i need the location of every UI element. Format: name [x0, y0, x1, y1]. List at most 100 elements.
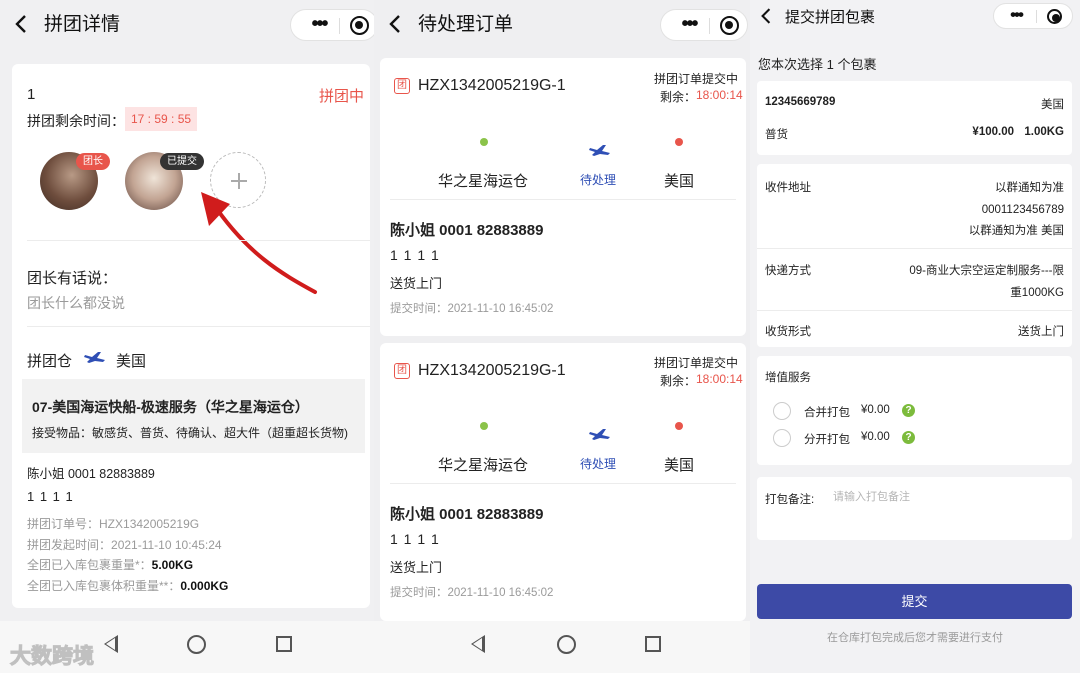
- detail-row: 拼团订单号：HZX1342005219G: [27, 517, 200, 531]
- leader-words-title: 团长有话说：: [27, 270, 118, 287]
- nav-back-icon[interactable]: [471, 635, 485, 653]
- mini-program-capsule: •••: [660, 9, 748, 41]
- value-added-title: 增值服务: [765, 372, 811, 384]
- detail-row: 全团已入库包裹重量*：5.00KG: [27, 558, 194, 572]
- address: 1 1 1 1: [27, 489, 74, 504]
- group-status: 拼团中: [318, 88, 364, 105]
- group-order-icon: 团: [394, 78, 410, 94]
- order-status: 拼团订单提交中: [653, 356, 738, 370]
- option-label: 合并打包: [804, 407, 850, 419]
- route-to: 美国: [116, 353, 147, 370]
- selection-summary: 您本次选择 1 个包裹: [758, 57, 877, 72]
- back-button[interactable]: [760, 7, 772, 29]
- payment-hint: 在仓库打包完成后您才需要进行支付: [827, 632, 1003, 644]
- origin-dot: [480, 422, 488, 430]
- header: 拼团详情 •••: [0, 0, 374, 50]
- delivery-method: 送货上门: [390, 560, 443, 575]
- package-weight: 1.00KG: [1024, 126, 1064, 138]
- divider: [1036, 10, 1037, 23]
- divider: [339, 18, 340, 34]
- plane-icon: [589, 429, 610, 440]
- remaining-time: 18:00:14: [696, 372, 743, 386]
- nav-recents-icon[interactable]: [276, 636, 292, 652]
- service-name: 07-美国海运快船-极速服务（华之星海运仓）: [32, 399, 309, 415]
- annotation-arrow: [201, 192, 317, 294]
- origin-warehouse: 华之星海运仓: [438, 173, 529, 190]
- countdown-timer: 17 : 59 : 55: [125, 107, 198, 131]
- remaining-label: 剩余：: [660, 374, 697, 388]
- order-card[interactable]: 团 HZX1342005219G-1 拼团订单提交中 剩余： 18:00:14 …: [380, 343, 746, 621]
- split-pack-radio[interactable]: [773, 429, 791, 447]
- pending-orders-screen: 待处理订单 ••• 团 HZX1342005219G-1 拼团订单提交中 剩余：…: [374, 0, 750, 673]
- group-details: 拼团订单号：HZX1342005219G 拼团发起时间：2021-11-10 1…: [27, 514, 228, 596]
- note-input[interactable]: 请输入打包备注: [833, 488, 910, 504]
- nav-recents-icon[interactable]: [645, 636, 661, 652]
- chevron-left-icon: [389, 15, 400, 33]
- leader-badge: 团长: [76, 153, 110, 170]
- group-detail-screen: 拼团详情 ••• 1 拼团中 拼团剩余时间： 17 : 59 : 55 团长 已…: [0, 0, 374, 673]
- divider: [390, 483, 736, 484]
- submitted-badge: 已提交: [160, 153, 204, 170]
- remaining-label: 拼团剩余时间：: [27, 113, 125, 129]
- close-mini-program-button[interactable]: [350, 16, 369, 35]
- service-accepted: 接受物品：敏感货、普货、待确认、超大件（超重超长货物): [32, 426, 348, 440]
- recipient: 陈小姐 0001 82883889: [390, 222, 544, 239]
- nav-back-icon[interactable]: [104, 635, 118, 653]
- shipping-value: 09-商业大宗空运定制服务---限 重1000KG: [909, 265, 1064, 299]
- header: 待处理订单 •••: [374, 0, 750, 50]
- help-icon[interactable]: ?: [902, 404, 915, 417]
- page-title: 待处理订单: [418, 14, 514, 35]
- more-button[interactable]: •••: [1000, 6, 1032, 24]
- order-state: 待处理: [580, 173, 617, 187]
- order-card[interactable]: 团 HZX1342005219G-1 拼团订单提交中 剩余： 18:00:14 …: [380, 58, 746, 336]
- mini-program-capsule: •••: [290, 9, 374, 41]
- back-button[interactable]: [14, 14, 28, 38]
- destination-dot: [675, 422, 683, 430]
- submit-package-screen: 提交拼团包裹 ••• 您本次选择 1 个包裹 12345669789 美国 普货…: [750, 0, 1080, 673]
- option-price: ¥0.00: [861, 431, 890, 443]
- group-card: 1 拼团中 拼团剩余时间： 17 : 59 : 55 团长 已提交 团长有话说：…: [12, 64, 370, 608]
- remaining-time: 18:00:14: [696, 88, 743, 102]
- more-button[interactable]: •••: [301, 14, 337, 34]
- back-button[interactable]: [388, 14, 402, 38]
- page-title: 提交拼团包裹: [785, 9, 876, 26]
- help-icon[interactable]: ?: [902, 431, 915, 444]
- recipient: 陈小姐 0001 82883889: [390, 506, 544, 523]
- remaining-label: 剩余：: [660, 90, 697, 104]
- nav-home-icon[interactable]: [187, 635, 206, 654]
- package-country: 美国: [1041, 99, 1064, 111]
- merge-pack-radio[interactable]: [773, 402, 791, 420]
- tracking-number: 12345669789: [765, 96, 836, 108]
- close-mini-program-button[interactable]: [720, 16, 739, 35]
- submit-button[interactable]: 提交: [757, 584, 1072, 619]
- submit-time: 提交时间：2021-11-10 16:45:02: [390, 587, 554, 599]
- system-nav-bar: [374, 621, 750, 673]
- mini-program-capsule: •••: [993, 3, 1073, 29]
- chevron-left-icon: [15, 15, 26, 33]
- detail-row: 全团已入库包裹体积重量**：0.000KG: [27, 578, 229, 593]
- group-order-icon: 团: [394, 363, 410, 379]
- chevron-left-icon: [761, 8, 771, 24]
- address: 1 1 1 1: [390, 531, 440, 547]
- address-label: 收件地址: [765, 182, 811, 194]
- close-mini-program-button[interactable]: [1047, 9, 1062, 24]
- note-label: 打包备注:: [765, 494, 815, 506]
- divider: [390, 199, 736, 200]
- divider: [27, 240, 370, 241]
- option-price: ¥0.00: [861, 404, 890, 416]
- shipping-info-card: 收件地址 以群通知为准 0001123456789 以群通知为准 美国 快递方式…: [757, 164, 1072, 347]
- value-added-card: 增值服务 合并打包 ¥0.00 ? 分开打包 ¥0.00 ?: [757, 356, 1072, 465]
- leader-words-text: 团长什么都没说: [27, 295, 125, 311]
- more-button[interactable]: •••: [671, 14, 707, 34]
- service-box: 07-美国海运快船-极速服务（华之星海运仓） 接受物品：敏感货、普货、待确认、超…: [22, 379, 365, 453]
- divider: [709, 18, 710, 34]
- order-state: 待处理: [580, 457, 617, 471]
- submit-time: 提交时间：2021-11-10 16:45:02: [390, 303, 554, 315]
- option-label: 分开打包: [804, 434, 850, 446]
- nav-home-icon[interactable]: [557, 635, 576, 654]
- watermark: 大数跨境: [10, 645, 95, 669]
- divider: [27, 326, 370, 327]
- order-status: 拼团订单提交中: [653, 72, 738, 86]
- destination-country: 美国: [664, 173, 695, 190]
- header: 提交拼团包裹 •••: [750, 0, 1080, 36]
